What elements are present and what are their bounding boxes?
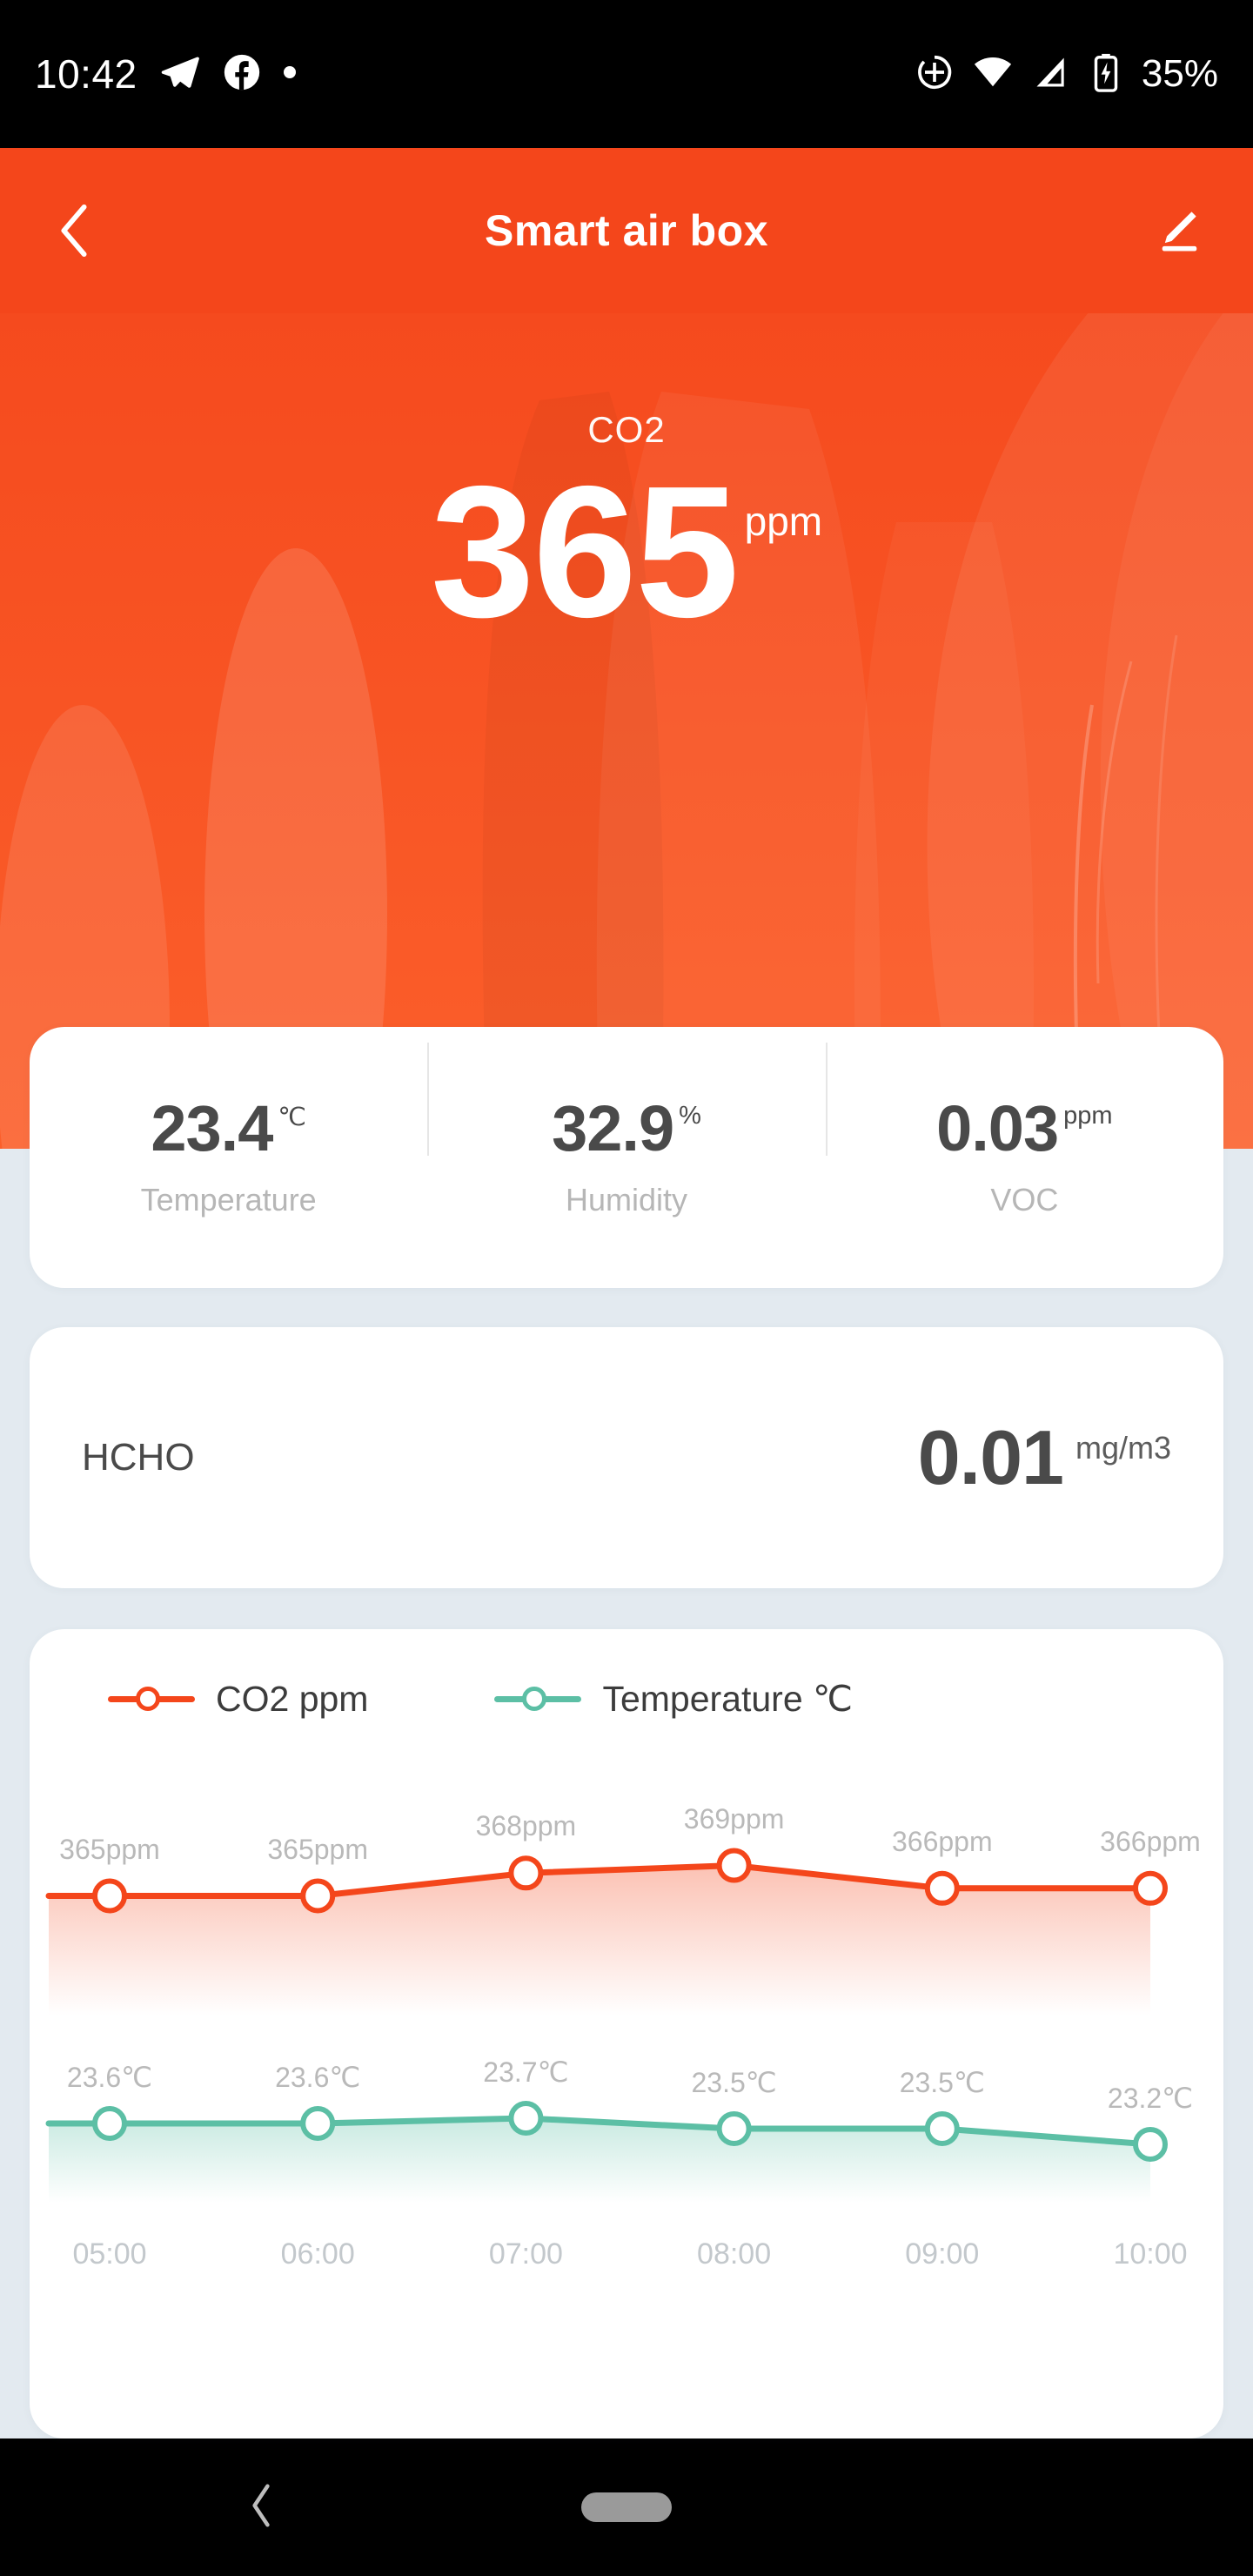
chart-x-label: 09:00 bbox=[905, 2237, 980, 2271]
co2-value-row: 365 ppm bbox=[0, 446, 1253, 656]
metrics-card: 23.4 ℃ Temperature 32.9 % Humidity 0.03 … bbox=[30, 1027, 1223, 1288]
android-nav-bar bbox=[0, 2438, 1253, 2576]
metric-temperature: 23.4 ℃ Temperature bbox=[30, 1097, 427, 1218]
status-bar-left: 10:42 bbox=[35, 50, 915, 97]
chart-point-label: 365ppm bbox=[59, 1833, 160, 1865]
hcho-label: HCHO bbox=[82, 1436, 195, 1479]
co2-value: 365 bbox=[430, 446, 740, 656]
page-title: Smart air box bbox=[484, 206, 769, 255]
chart-x-label: 10:00 bbox=[1113, 2237, 1188, 2271]
chart-point-label: 23.2℃ bbox=[1107, 2083, 1194, 2114]
chart-point-label: 23.5℃ bbox=[899, 2067, 985, 2098]
hcho-value: 0.01 bbox=[917, 1414, 1064, 1500]
edit-button[interactable] bbox=[1149, 200, 1209, 261]
chart-point-label: 23.5℃ bbox=[691, 2067, 777, 2098]
chart-point-label: 368ppm bbox=[475, 1810, 577, 1842]
chart-point-label: 366ppm bbox=[1100, 1825, 1201, 1857]
chart-point-label: 23.7℃ bbox=[483, 2056, 569, 2088]
co2-readout: CO2 365 ppm bbox=[0, 409, 1253, 656]
legend-marker-icon bbox=[108, 1684, 195, 1714]
legend-marker-icon bbox=[494, 1684, 582, 1714]
metric-humidity: 32.9 % Humidity bbox=[427, 1043, 825, 1218]
status-bar-clock: 10:42 bbox=[35, 51, 137, 97]
dot-icon bbox=[283, 65, 296, 83]
legend-label: CO2 ppm bbox=[216, 1678, 369, 1719]
phone-screen: 10:42 35% CO2 365 ppm Smart air box 23.4… bbox=[0, 0, 1253, 2576]
metric-unit: ℃ bbox=[278, 1104, 306, 1131]
app-bar: Smart air box bbox=[0, 148, 1253, 313]
chart-x-label: 07:00 bbox=[488, 2237, 563, 2271]
co2-label: CO2 bbox=[587, 409, 666, 450]
telegram-icon bbox=[160, 52, 200, 97]
metric-name: VOC bbox=[990, 1182, 1059, 1218]
hcho-unit: mg/m3 bbox=[1075, 1430, 1171, 1466]
nav-back-icon bbox=[252, 2483, 270, 2527]
cellular-signal-icon bbox=[1032, 53, 1070, 96]
hcho-value-row: 0.01 mg/m3 bbox=[918, 1419, 1171, 1496]
status-bar-right: 35% bbox=[915, 52, 1218, 97]
chart-point-label: 23.6℃ bbox=[66, 2062, 153, 2093]
status-bar: 10:42 35% bbox=[0, 0, 1253, 148]
hcho-card: HCHO 0.01 mg/m3 bbox=[30, 1327, 1223, 1588]
chart-point-label: 366ppm bbox=[891, 1825, 993, 1857]
back-chevron-icon bbox=[61, 204, 87, 258]
history-chart-card: CO2 ppm Temperature ℃ 365ppm 365ppm 368ppm… bbox=[30, 1629, 1223, 2438]
battery-percent-label: 35% bbox=[1141, 52, 1218, 95]
data-saver-icon bbox=[915, 53, 954, 96]
facebook-icon bbox=[223, 53, 261, 96]
wifi-icon bbox=[973, 52, 1013, 97]
chart-point-label: 369ppm bbox=[683, 1802, 785, 1835]
back-button[interactable] bbox=[44, 200, 104, 261]
chart-svg bbox=[45, 1848, 1168, 2203]
legend-item-temperature[interactable]: Temperature ℃ bbox=[494, 1678, 853, 1720]
metric-name: Temperature bbox=[140, 1182, 317, 1218]
co2-unit: ppm bbox=[744, 499, 823, 544]
pencil-edit-icon bbox=[1162, 211, 1197, 252]
chart-x-label: 05:00 bbox=[72, 2237, 147, 2271]
nav-home-pill[interactable] bbox=[581, 2492, 672, 2522]
chart-plot-area[interactable]: 365ppm 365ppm 368ppm 369ppm 366ppm 366ppm 23.6… bbox=[30, 1728, 1223, 2285]
metric-unit: ppm bbox=[1063, 1102, 1113, 1130]
chart-x-label: 08:00 bbox=[697, 2237, 772, 2271]
legend-label: Temperature ℃ bbox=[602, 1679, 854, 1719]
chart-x-label: 06:00 bbox=[280, 2237, 355, 2271]
metric-voc: 0.03 ppm VOC bbox=[825, 1043, 1223, 1218]
metric-name: Humidity bbox=[565, 1182, 687, 1218]
chart-point-label: 365ppm bbox=[267, 1833, 369, 1865]
metric-unit: % bbox=[679, 1102, 701, 1130]
battery-charging-icon bbox=[1089, 52, 1122, 97]
metric-value-row: 0.03 ppm bbox=[826, 1097, 1223, 1161]
chart-legend: CO2 ppm Temperature ℃ bbox=[30, 1629, 1223, 1720]
legend-item-co2[interactable]: CO2 ppm bbox=[108, 1679, 368, 1720]
metric-value: 23.4 bbox=[151, 1092, 273, 1164]
metric-value: 32.9 bbox=[552, 1092, 674, 1164]
nav-back-button[interactable] bbox=[248, 2483, 274, 2532]
chart-point-label: 23.6℃ bbox=[275, 2062, 361, 2093]
metric-value-row: 23.4 ℃ bbox=[30, 1097, 427, 1161]
metric-value-row: 32.9 % bbox=[427, 1097, 825, 1161]
metric-value: 0.03 bbox=[936, 1092, 1059, 1164]
